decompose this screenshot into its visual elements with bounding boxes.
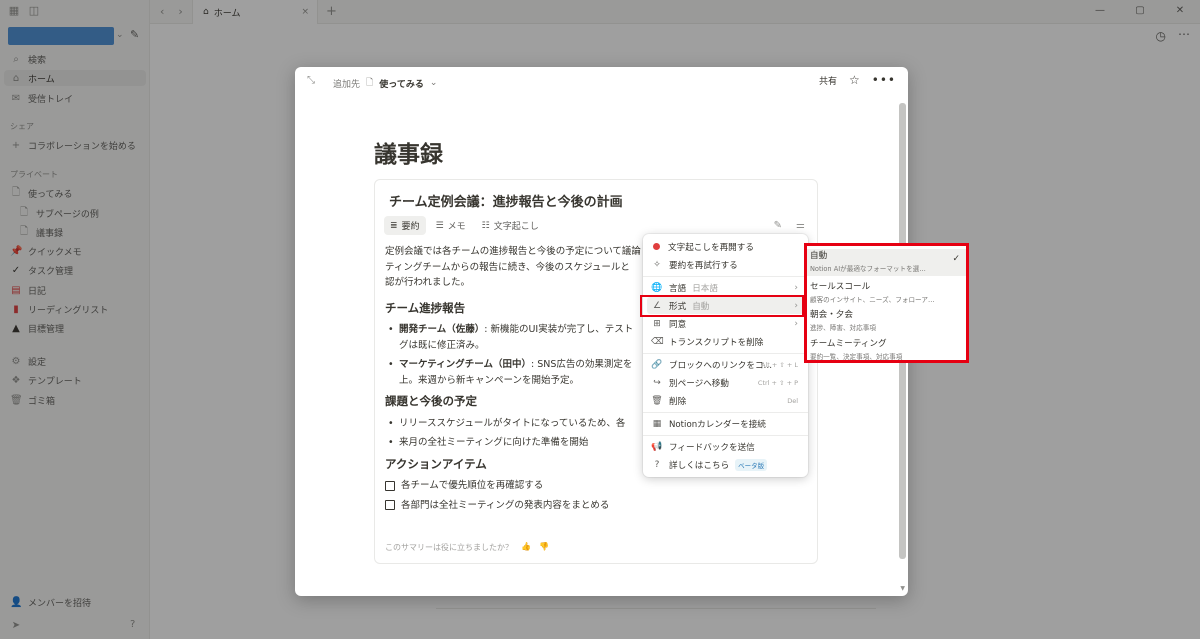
summary-icon: ≣ (390, 220, 398, 231)
menu-item-learn-more[interactable]: ? 詳しくはこちら ベータ版 (647, 456, 804, 473)
checkbox[interactable] (385, 480, 395, 491)
memo-icon: ☰ (435, 220, 444, 231)
tab-transcript[interactable]: ☷ 文字起こし (476, 216, 545, 235)
format-option-auto[interactable]: 自動 Notion AIが最適なフォーマットを選… ✓ (807, 249, 966, 276)
breadcrumb-page[interactable]: 使ってみる (379, 77, 424, 90)
ai-edit-icon[interactable]: ✎ (774, 220, 782, 231)
thumbs-down-icon[interactable]: 👎 (539, 542, 549, 553)
todo-item: 各部門は全社ミーティングの発表内容をまとめる (385, 498, 805, 514)
globe-icon: 🌐 (651, 282, 663, 293)
modal-header: ⤡ 追加先 🗋 使ってみる ⌄ 共有 ☆ ••• (295, 67, 908, 95)
meeting-title[interactable]: チーム定例会議：進捗報告と今後の計画 (389, 191, 623, 210)
beta-badge: ベータ版 (735, 458, 768, 471)
help-icon: ? (654, 459, 660, 470)
link-icon: 🔗 (651, 359, 663, 370)
sparkle-icon: ✧ (653, 259, 661, 270)
menu-item-delete-transcript[interactable]: ⌫ トランスクリプトを削除 (647, 333, 804, 350)
notes-tabs: ≣ 要約 ☰ メモ ☷ 文字起こし (384, 216, 545, 235)
divider (643, 353, 808, 354)
highlight-format (640, 295, 804, 317)
format-option-standup[interactable]: 朝会・夕会 進捗、障害、対応事項 (810, 308, 962, 332)
summary-feedback: このサマリーは役に立ちましたか？ 👍 👎 (385, 542, 549, 553)
move-icon: ↪ (653, 377, 661, 388)
star-icon[interactable]: ☆ (849, 73, 860, 87)
tab-summary[interactable]: ≣ 要約 (384, 216, 426, 235)
settings-sliders-icon[interactable]: ⚌ (796, 220, 805, 231)
menu-item-delete[interactable]: 🗑 削除 Del (647, 392, 804, 409)
format-submenu: 自動 Notion AIが最適なフォーマットを選… ✓ セールスコール 顧客のイ… (804, 243, 969, 363)
modal-actions: 共有 ☆ ••• (819, 73, 896, 87)
format-option-team-meeting[interactable]: チームミーティング 要約一覧、決定事項、対応事項 (810, 337, 962, 361)
eraser-icon: ⌫ (651, 336, 664, 347)
more-icon[interactable]: ••• (872, 73, 896, 87)
menu-item-retry-summary[interactable]: ✧ 要約を再試行する (647, 256, 804, 273)
menu-item-language[interactable]: 🌐 言語 日本語 › (647, 279, 804, 296)
block-context-menu: 文字起こしを再開する ✧ 要約を再試行する 🌐 言語 日本語 › ∠ 形式 自動 › ⊞ 同意 ›… (643, 234, 808, 477)
todo-item: 各チームで優先順位を再確認する (385, 478, 805, 494)
expand-icon[interactable]: ⤡ (307, 75, 315, 86)
menu-item-copy-link[interactable]: 🔗 ブロックへのリンクをコ… Alt + ⇧ + L (647, 356, 804, 373)
page-icon: 🗋 (366, 78, 374, 88)
divider (643, 435, 808, 436)
megaphone-icon: 📢 (651, 441, 663, 452)
consent-icon: ⊞ (653, 318, 661, 329)
menu-item-feedback[interactable]: 📢 フィードバックを送信 (647, 438, 804, 455)
checkbox[interactable] (385, 500, 395, 511)
tab-memo[interactable]: ☰ メモ (430, 216, 472, 235)
chevron-down-icon[interactable]: ⌄ (430, 78, 438, 88)
page-title[interactable]: 議事録 (374, 135, 443, 169)
menu-item-move[interactable]: ↪ 別ページへ移動 Ctrl + ⇧ + P (647, 374, 804, 391)
chevron-right-icon: › (794, 282, 798, 293)
calendar-icon: ▦ (652, 418, 662, 429)
menu-item-calendar[interactable]: ▦ Notionカレンダーを接続 (647, 415, 804, 432)
menu-item-consent[interactable]: ⊞ 同意 › (647, 315, 804, 332)
breadcrumb: 追加先 🗋 使ってみる ⌄ (333, 75, 437, 91)
check-icon: ✓ (952, 254, 960, 264)
record-icon (653, 243, 660, 250)
scroll-down-icon[interactable]: ▼ (900, 585, 905, 592)
transcript-icon: ☷ (481, 220, 490, 231)
card-tools: ✎ ⚌ (774, 220, 805, 231)
thumbs-up-icon[interactable]: 👍 (521, 542, 531, 553)
divider (643, 412, 808, 413)
trash-icon: 🗑 (651, 395, 663, 406)
chevron-right-icon: › (794, 318, 798, 329)
divider (643, 276, 808, 277)
menu-item-resume-transcription[interactable]: 文字起こしを再開する (647, 238, 804, 255)
format-option-sales-call[interactable]: セールスコール 顧客のインサイト、ニーズ、フォローア… (810, 280, 962, 304)
share-button[interactable]: 共有 (819, 74, 837, 87)
